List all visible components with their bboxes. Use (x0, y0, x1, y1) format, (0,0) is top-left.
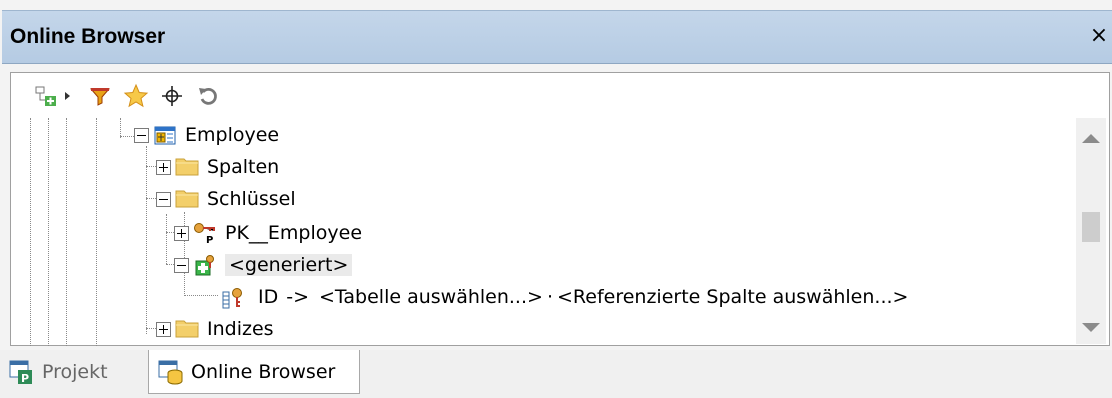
tree-guide (30, 118, 31, 346)
svg-text:P: P (21, 372, 29, 385)
title-bar: Online Browser × (2, 10, 1112, 64)
favorites-star-icon[interactable] (120, 78, 152, 114)
tree-connector (166, 232, 174, 233)
select-referenced-column-link[interactable]: <Referenzierte Spalte auswählen...> (557, 286, 908, 308)
id-column-label: ID (258, 286, 279, 308)
tree-node-employee[interactable]: Employee (134, 120, 279, 150)
tree-connector (146, 166, 156, 167)
separator-dot: · (546, 286, 553, 308)
tab-strip: P Projekt Online Browser (0, 350, 1112, 398)
tree-node-pk-employee[interactable]: P PK__Employee (174, 218, 362, 248)
tree-connector (120, 136, 134, 137)
online-browser-window: Online Browser × Employee Spalten Schlüs… (0, 0, 1112, 398)
tree-connector (146, 198, 156, 199)
tree-label: Indizes (207, 318, 274, 340)
expand-toggle[interactable] (156, 321, 171, 337)
tab-online-browser[interactable]: Online Browser (148, 350, 360, 394)
close-icon[interactable]: × (1088, 23, 1110, 48)
arrow-label: -> (286, 286, 310, 308)
tab-label: Online Browser (191, 360, 336, 383)
scroll-thumb[interactable] (1082, 212, 1100, 242)
project-icon: P (8, 358, 38, 386)
filter-icon[interactable] (84, 78, 116, 114)
folder-icon (175, 318, 199, 340)
tab-label: Projekt (42, 361, 108, 383)
tree-guide (48, 118, 49, 346)
tree-guide (166, 214, 167, 264)
locate-crosshair-icon[interactable] (156, 78, 188, 114)
collapse-toggle[interactable] (156, 191, 171, 207)
tree-guide (120, 118, 121, 138)
scroll-down-icon[interactable] (1082, 323, 1100, 332)
dropdown-arrow-icon[interactable] (60, 78, 76, 114)
tree-label: Employee (185, 124, 280, 146)
tree-node-spalten[interactable]: Spalten (156, 152, 279, 182)
tab-projekt[interactable]: P Projekt (8, 350, 108, 394)
foreign-key-icon (193, 254, 217, 276)
refresh-icon[interactable] (192, 78, 224, 114)
toolbar (20, 78, 420, 116)
select-table-link[interactable]: <Tabelle auswählen...> (319, 286, 543, 308)
collapse-toggle[interactable] (174, 257, 189, 273)
tree-label-selected: <generiert> (225, 254, 353, 276)
tree-node-generiert[interactable]: <generiert> (174, 250, 353, 280)
tree-guide (96, 118, 97, 346)
tree-connector (166, 264, 174, 265)
tree-connector (184, 295, 218, 296)
tree-node-schluessel[interactable]: Schlüssel (156, 184, 296, 214)
window-title: Online Browser (10, 25, 166, 48)
tree-label: PK__Employee (225, 222, 363, 244)
table-icon (153, 124, 177, 146)
tree-node-indizes[interactable]: Indizes (156, 314, 274, 344)
online-browser-icon (157, 358, 187, 386)
tree-guide (66, 118, 67, 346)
tree-node-id-mapping[interactable]: ID -> <Tabelle auswählen...> · <Referenz… (220, 282, 908, 312)
scroll-up-icon[interactable] (1082, 134, 1100, 143)
tree-label: Schlüssel (207, 188, 296, 210)
expand-toggle[interactable] (174, 225, 189, 241)
folder-icon (175, 188, 199, 210)
tree-label: Spalten (207, 156, 280, 178)
tree-connector (146, 328, 156, 329)
add-object-icon[interactable] (30, 78, 62, 114)
primary-key-icon: P (193, 222, 217, 246)
tree-guide (146, 146, 147, 334)
svg-text:P: P (206, 235, 213, 244)
tree-view[interactable]: Employee Spalten Schlüssel P PK__Employe… (0, 118, 1075, 346)
vertical-scrollbar[interactable] (1076, 118, 1106, 344)
collapse-toggle[interactable] (134, 127, 149, 143)
column-key-icon (220, 286, 248, 309)
folder-icon (175, 156, 199, 178)
expand-toggle[interactable] (156, 159, 171, 175)
